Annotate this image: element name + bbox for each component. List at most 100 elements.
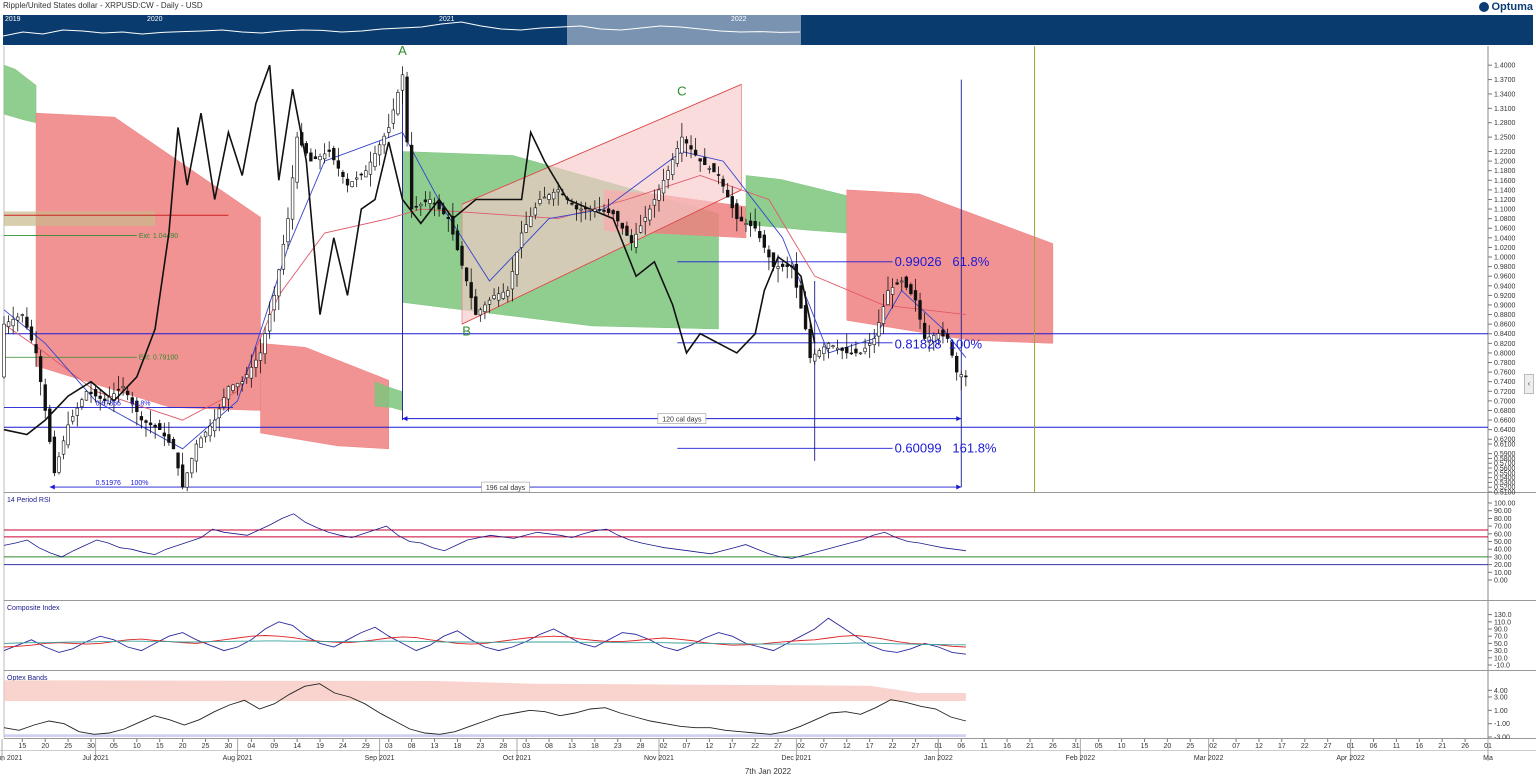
candle-up <box>588 208 592 211</box>
wave-label: B <box>462 323 471 338</box>
candle-down <box>735 203 739 219</box>
candle-down <box>327 149 331 152</box>
candle-up <box>890 287 895 295</box>
candle-up <box>551 191 556 200</box>
candle-up <box>20 314 24 316</box>
candle-up <box>208 425 212 437</box>
candle-up <box>272 295 276 311</box>
x-axis-day-label: 02 <box>660 743 668 750</box>
price-axis-label: 0.6400 <box>1494 427 1516 434</box>
candle-up <box>478 309 483 316</box>
candle-down <box>442 207 446 215</box>
candle-up <box>881 306 886 324</box>
candle-down <box>34 344 38 354</box>
collapse-panel-button[interactable]: ‹ <box>1524 374 1534 394</box>
fibonacci-label: 0.60099 161.8% <box>895 440 997 455</box>
measure-arrow-left <box>402 416 408 422</box>
x-axis-month-label: Aug 2021 <box>223 755 253 762</box>
x-axis-day-label: 11 <box>1393 743 1400 750</box>
candle-down <box>29 326 34 341</box>
x-axis-day-label: 27 <box>1324 743 1332 750</box>
x-axis-day-label: 21 <box>1438 743 1446 750</box>
wave-label: A <box>398 43 407 58</box>
candle-up <box>817 350 821 357</box>
price-axis-label: 1.3400 <box>1494 91 1516 98</box>
candle-down <box>698 158 702 162</box>
candle-down <box>565 197 570 200</box>
fibonacci-label: 0.67866 61.8% <box>96 401 151 408</box>
price-axis-label: 0.9000 <box>1494 302 1516 309</box>
candle-up <box>666 170 670 180</box>
candle-up <box>400 74 405 91</box>
candle-up <box>185 472 189 488</box>
candle-down <box>780 263 785 267</box>
x-axis-day-label: 15 <box>156 743 164 750</box>
candle-down <box>38 356 43 382</box>
candle-down <box>309 152 313 162</box>
candle-down <box>689 145 693 150</box>
price-axis-label: 0.9200 <box>1494 293 1516 300</box>
candle-down <box>918 300 922 320</box>
x-axis-day-label: 10 <box>1118 743 1126 750</box>
candle-down <box>474 296 478 315</box>
candle-down <box>625 225 629 236</box>
x-axis-day-label: 25 <box>1186 743 1194 750</box>
x-axis-month-label: Mar 2022 <box>1194 755 1224 762</box>
candle-up <box>71 416 75 422</box>
candle-up <box>80 399 84 407</box>
chart-canvas[interactable]: 1.4000 1.3700 1.3400 1.3100 1.2800 1.2500 1.22… <box>0 0 1536 783</box>
candle-up <box>886 290 890 305</box>
candle-up <box>364 170 368 178</box>
candle-down <box>469 282 473 299</box>
candle-down <box>332 148 336 161</box>
x-axis-day-label: 26 <box>1461 743 1469 750</box>
candle-down <box>703 157 707 165</box>
candle-up <box>863 347 867 352</box>
candle-up <box>377 144 382 156</box>
candle-down <box>171 438 176 450</box>
x-axis-day-label: 24 <box>339 743 347 750</box>
candle-down <box>895 282 899 285</box>
x-axis-day-label: 22 <box>751 743 759 750</box>
candle-up <box>16 316 20 321</box>
candle-down <box>25 316 29 328</box>
x-axis-day-label: 06 <box>1370 743 1378 750</box>
candle-up <box>254 359 258 368</box>
candle-up <box>510 271 515 290</box>
candle-up <box>579 208 583 211</box>
price-axis-label: 0.6600 <box>1494 418 1516 425</box>
candle-up <box>57 456 61 473</box>
candle-up <box>11 319 15 327</box>
candle-up <box>112 393 116 400</box>
candle-up <box>373 153 377 167</box>
x-axis-day-label: 17 <box>1278 743 1286 750</box>
x-axis-day-label: 09 <box>270 743 278 750</box>
candle-up <box>419 203 423 207</box>
candle-up <box>593 208 597 212</box>
x-axis-day-label: 13 <box>568 743 576 750</box>
price-axis-label: 1.0800 <box>1494 216 1516 223</box>
candle-down <box>125 390 130 396</box>
candle-up <box>858 352 863 355</box>
x-axis-day-label: 19 <box>316 743 324 750</box>
x-axis-day-label: 12 <box>1255 743 1263 750</box>
x-axis-day-label: 10 <box>133 743 141 750</box>
composite-series-line <box>3 617 966 655</box>
candle-up <box>391 109 395 124</box>
x-axis-day-label: 27 <box>912 743 920 750</box>
candle-up <box>355 177 359 180</box>
panel-axis-label: 50.0 <box>1494 641 1508 648</box>
x-axis-day-label: 23 <box>476 743 484 750</box>
candle-up <box>267 314 272 332</box>
candle-up <box>483 304 487 312</box>
price-axis-label: 1.4000 <box>1494 63 1516 70</box>
candle-up <box>524 224 528 233</box>
x-axis-month-label: Jul 2021 <box>82 755 109 762</box>
price-axis-label: 1.0400 <box>1494 235 1516 242</box>
candle-up <box>258 352 263 361</box>
x-axis-day-label: 29 <box>362 743 370 750</box>
candle-up <box>542 196 547 199</box>
x-axis-day-label: 30 <box>87 743 95 750</box>
candle-up <box>277 269 281 297</box>
candle-down <box>345 178 350 186</box>
